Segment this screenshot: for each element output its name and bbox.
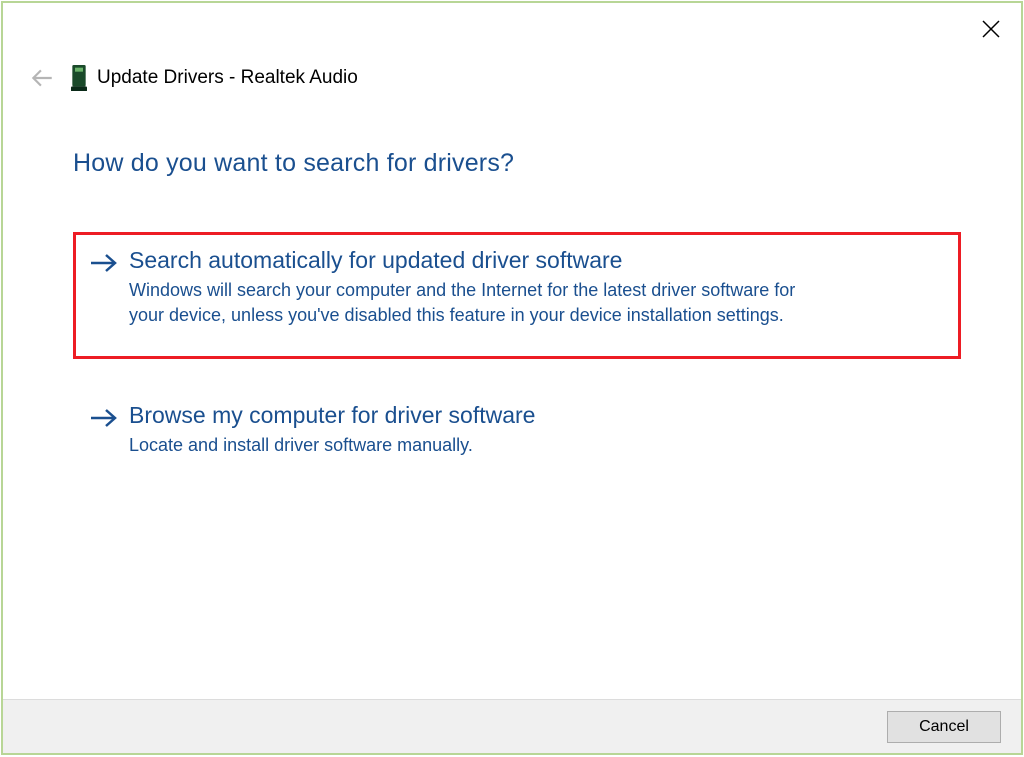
- option-description: Locate and install driver software manua…: [129, 433, 809, 458]
- content-area: How do you want to search for drivers? S…: [3, 93, 1021, 699]
- back-button: [27, 63, 57, 93]
- close-icon: [979, 17, 1003, 41]
- option-title: Search automatically for updated driver …: [129, 246, 945, 276]
- header: Update Drivers - Realtek Audio: [3, 3, 1021, 93]
- option-text-block: Browse my computer for driver software L…: [129, 401, 945, 458]
- option-search-automatically[interactable]: Search automatically for updated driver …: [73, 232, 961, 359]
- dialog-window: Update Drivers - Realtek Audio How do yo…: [1, 1, 1023, 755]
- page-heading: How do you want to search for drivers?: [73, 149, 961, 178]
- arrow-right-icon: [89, 250, 119, 276]
- close-button[interactable]: [979, 17, 1003, 41]
- window-title: Update Drivers - Realtek Audio: [97, 67, 358, 89]
- option-text-block: Search automatically for updated driver …: [129, 246, 945, 328]
- device-icon: [71, 67, 87, 89]
- footer: Cancel: [3, 699, 1021, 753]
- back-arrow-icon: [29, 65, 55, 91]
- cancel-button[interactable]: Cancel: [887, 711, 1001, 743]
- option-browse-computer[interactable]: Browse my computer for driver software L…: [73, 387, 961, 478]
- arrow-right-icon: [89, 405, 119, 431]
- option-title: Browse my computer for driver software: [129, 401, 945, 431]
- option-description: Windows will search your computer and th…: [129, 278, 809, 328]
